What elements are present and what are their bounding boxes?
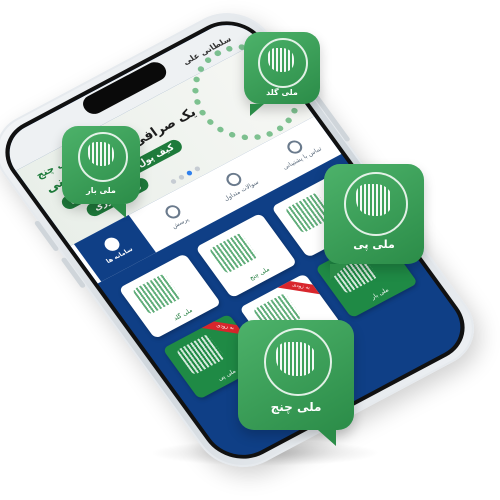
badge-label: ملی بار — [86, 186, 116, 195]
iran-map-icon — [276, 342, 316, 376]
carousel-dot[interactable] — [177, 174, 186, 181]
badge-label: ملی گلد — [266, 88, 298, 97]
carousel-dot[interactable] — [169, 178, 178, 185]
badge-label: ملی پی — [353, 238, 395, 251]
iran-map-icon — [268, 48, 294, 72]
badge-tail — [318, 430, 336, 446]
card-illustration — [175, 333, 226, 376]
coming-soon-ribbon: به زودی — [274, 278, 329, 296]
promo-scene: سلطانی علی ملی چنج یک صرافی دوست داشتنی … — [0, 0, 500, 500]
badge-tail — [110, 204, 126, 218]
badge-melli-pay: ملی پی — [324, 164, 424, 280]
card-illustration — [131, 273, 182, 315]
badge-tail — [330, 264, 348, 280]
badge-melli-bar: ملی بار — [62, 126, 140, 218]
carousel-dot[interactable] — [193, 165, 202, 173]
badge-label: ملی چنج — [270, 400, 322, 414]
card-illustration — [208, 232, 259, 275]
iran-map-icon — [88, 142, 114, 166]
badge-tail — [250, 104, 264, 116]
badge-melli-change: ملی چنج — [238, 320, 354, 446]
carousel-dot[interactable] — [185, 169, 194, 177]
iran-map-icon — [356, 184, 392, 216]
badge-melli-gold: ملی گلد — [244, 32, 320, 116]
